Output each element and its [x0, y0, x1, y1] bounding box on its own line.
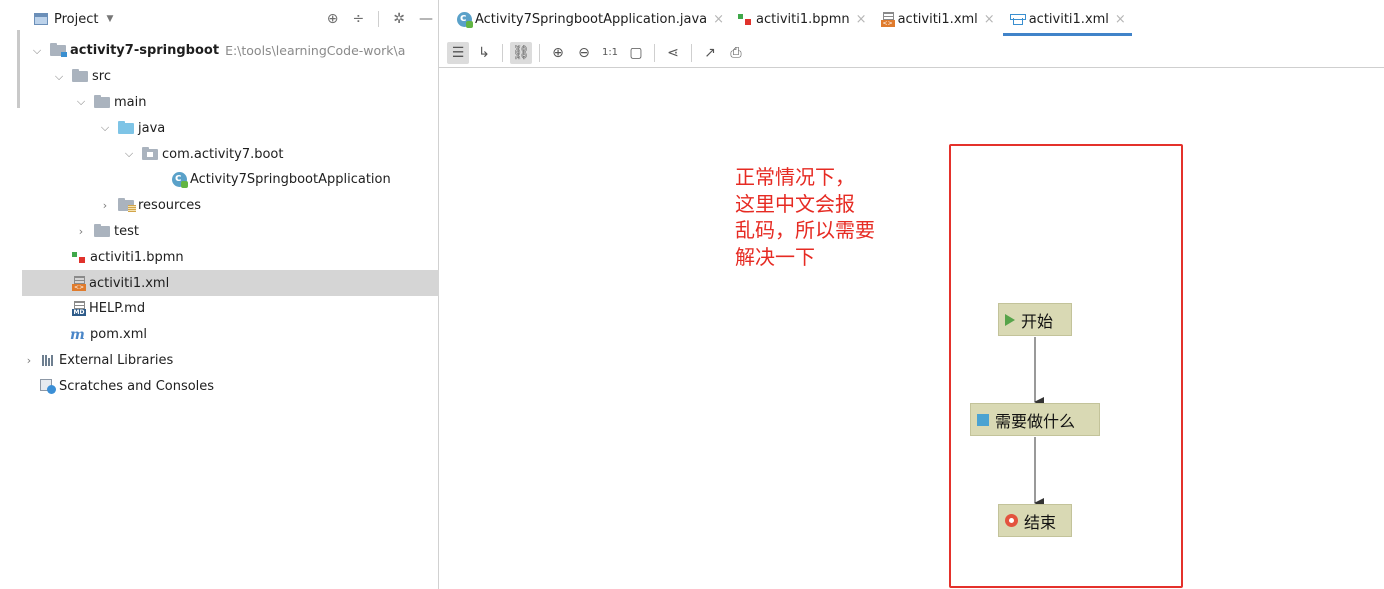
tree-item-label: activiti1.bpmn [90, 249, 184, 265]
chevron-right-icon[interactable]: › [98, 199, 112, 212]
gear-icon[interactable]: ✲ [393, 11, 405, 27]
project-panel-header: Project ▼ ⊕ ÷ ✲ — [22, 0, 439, 38]
project-panel-tools: ⊕ ÷ ✲ — [327, 0, 439, 38]
maven-icon: m [70, 326, 85, 343]
editor-area: Activity7SpringbootApplication.java × ac… [439, 0, 1384, 589]
tree-item-label: activity7-springboot [70, 43, 220, 59]
tree-item-resources[interactable]: › resources [22, 193, 439, 219]
tree-item-label: com.activity7.boot [162, 146, 284, 162]
tree-item-label: test [114, 223, 139, 239]
spring-class-icon [172, 171, 188, 189]
left-tool-strip [0, 0, 22, 589]
end-event-icon [1005, 514, 1018, 527]
resources-folder-icon [118, 198, 136, 213]
user-task-label: 需要做什么 [995, 411, 1076, 431]
package-icon [142, 146, 158, 160]
tree-item-xml-selected[interactable]: activiti1.xml [22, 270, 439, 296]
tree-item-label: pom.xml [90, 327, 147, 343]
start-event-label: 开始 [1021, 311, 1054, 331]
source-folder-icon [118, 120, 134, 134]
start-event-icon [1005, 313, 1015, 326]
tree-item-label: java [138, 120, 166, 136]
toolbar-divider [378, 11, 380, 27]
tree-item-scratches[interactable]: Scratches and Consoles [22, 373, 439, 399]
chevron-down-icon[interactable]: ⌵ [122, 147, 136, 161]
chevron-down-icon[interactable]: ⌵ [74, 95, 88, 109]
chevron-right-icon[interactable]: › [74, 225, 88, 238]
tree-item-label: activiti1.xml [89, 275, 170, 291]
task-icon [977, 413, 989, 426]
chevron-down-icon[interactable]: ⌵ [30, 44, 44, 58]
markdown-file-icon [72, 301, 86, 317]
tree-item-package[interactable]: ⌵ com.activity7.boot [22, 141, 439, 167]
tree-item-pom[interactable]: m pom.xml [22, 322, 439, 348]
tree-item-label: main [114, 94, 147, 110]
flow-connectors [1034, 337, 1044, 508]
folder-icon [94, 223, 110, 237]
tree-item-src[interactable]: ⌵ src [22, 64, 439, 90]
tree-item-label: External Libraries [59, 352, 174, 368]
tree-item-label: src [92, 69, 111, 85]
tree-item-help-md[interactable]: HELP.md [22, 296, 439, 322]
library-icon [42, 354, 56, 367]
project-path: E:\tools\learningCode-work\a [225, 43, 406, 59]
bpmn-file-icon [72, 251, 86, 264]
scratches-icon [40, 378, 56, 394]
folder-icon [94, 94, 110, 108]
tree-item-bpmn[interactable]: activiti1.bpmn [22, 244, 439, 270]
hide-panel-icon[interactable]: — [419, 11, 433, 27]
tree-item-label: resources [138, 198, 202, 214]
tree-item-test[interactable]: › test [22, 219, 439, 245]
chevron-down-icon: ▼ [106, 14, 114, 24]
folder-icon [72, 69, 88, 83]
project-tree: ⌵ activity7-springboot E:\tools\learning… [22, 38, 439, 399]
xml-file-icon [72, 275, 86, 291]
module-folder-icon [50, 43, 67, 58]
end-event-label: 结束 [1024, 512, 1057, 532]
tree-item-label: Scratches and Consoles [59, 378, 215, 394]
tree-item-label: HELP.md [89, 301, 146, 317]
tree-item-external-libraries[interactable]: › External Libraries [22, 348, 439, 374]
end-event-node[interactable]: 结束 [998, 504, 1072, 537]
tree-item-project-root[interactable]: ⌵ activity7-springboot E:\tools\learning… [22, 38, 439, 64]
tree-item-main[interactable]: ⌵ main [22, 90, 439, 116]
start-event-node[interactable]: 开始 [998, 303, 1072, 336]
project-view-selector[interactable]: Project ▼ [34, 12, 113, 27]
user-task-node[interactable]: 需要做什么 [970, 403, 1100, 436]
chevron-down-icon[interactable]: ⌵ [52, 70, 66, 84]
tool-strip-marker [17, 30, 20, 108]
tree-item-java[interactable]: ⌵ java [22, 115, 439, 141]
collapse-all-icon[interactable]: ÷ [353, 11, 365, 27]
locate-target-icon[interactable]: ⊕ [327, 11, 339, 27]
chevron-right-icon[interactable]: › [22, 354, 36, 367]
project-panel-title: Project [54, 11, 99, 27]
tree-item-label: Activity7SpringbootApplication [190, 172, 391, 188]
tree-item-application-class[interactable]: Activity7SpringbootApplication [22, 167, 439, 193]
chevron-down-icon[interactable]: ⌵ [98, 121, 112, 135]
project-window-icon [34, 13, 48, 25]
project-panel: Project ▼ ⊕ ÷ ✲ — ⌵ activity7-springboot… [22, 0, 439, 589]
